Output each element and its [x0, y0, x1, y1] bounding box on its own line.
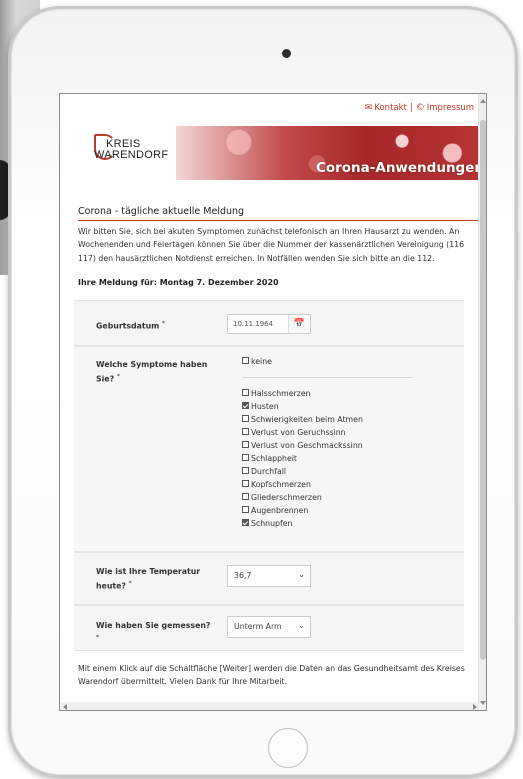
horizontal-scrollbar[interactable]	[60, 702, 480, 710]
scrollbar-thumb[interactable]	[480, 120, 486, 660]
scroll-right-icon[interactable]	[473, 704, 477, 710]
page-title: Corona - tägliche aktuelle Meldung	[78, 206, 478, 221]
symptom-label: Verlust von Geruchssinn	[251, 428, 346, 437]
symptom-checkbox[interactable]	[242, 402, 249, 409]
symptom-label: Schlappheit	[251, 454, 297, 463]
symptom-label: Gliederschmerzen	[251, 493, 322, 502]
symptom-option[interactable]: Gliederschmerzen	[242, 491, 322, 504]
vertical-scrollbar[interactable]	[478, 94, 486, 710]
temperature-select[interactable]: 36,7 ⌄	[227, 565, 311, 587]
birthdate-row: Geburtsdatum * 10.11.1964 📅	[74, 300, 464, 346]
mail-icon: ✉	[364, 103, 373, 113]
kreis-warendorf-logo[interactable]: KREIS WARENDORF	[88, 126, 178, 176]
copyright-icon: ©	[415, 103, 425, 113]
temperature-label: Wie ist Ihre Temperatur heute? *	[96, 567, 201, 591]
scroll-up-icon[interactable]	[480, 99, 486, 103]
symptom-none-option[interactable]: keine	[242, 355, 272, 368]
tablet-frame: ✉ Kontakt | © Impressum KREIS WARENDORF Coro…	[8, 6, 518, 778]
birthdate-label: Geburtsdatum *	[96, 320, 165, 331]
symptom-label: Kopfschmerzen	[251, 480, 311, 489]
birthdate-field[interactable]: 10.11.1964 📅	[227, 314, 311, 334]
method-select[interactable]: Unterm Arm ⌄	[227, 616, 311, 638]
symptom-label: Halsschmerzen	[251, 389, 311, 398]
calendar-icon[interactable]: 📅	[288, 315, 310, 333]
symptom-checkbox[interactable]	[242, 493, 249, 500]
temperature-row: Wie ist Ihre Temperatur heute? * 36,7 ⌄	[74, 552, 464, 605]
symptoms-divider	[242, 377, 412, 378]
logo-text-warendorf: WARENDORF	[94, 149, 169, 161]
report-date-heading: Ihre Meldung für: Montag 7. Dezember 202…	[78, 278, 279, 287]
symptom-option[interactable]: Halsschmerzen	[242, 387, 311, 400]
symptoms-row: Welche Symptome haben Sie? * keine Halss…	[74, 346, 464, 552]
method-row: Wie haben Sie gemessen? * Unterm Arm ⌄	[74, 605, 464, 651]
symptom-option[interactable]: Schnupfen	[242, 517, 293, 530]
symptom-label: Durchfall	[251, 467, 287, 476]
symptom-checkbox[interactable]	[242, 428, 249, 435]
chevron-down-icon: ⌄	[298, 621, 305, 630]
scroll-left-icon[interactable]	[63, 704, 67, 710]
symptom-option[interactable]: Augenbrennen	[242, 504, 308, 517]
symptom-option[interactable]: Kopfschmerzen	[242, 478, 311, 491]
symptom-option[interactable]: Verlust von Geschmackssinn	[242, 439, 363, 452]
symptom-checkbox[interactable]	[242, 519, 249, 526]
symptom-option[interactable]: Schlappheit	[242, 452, 297, 465]
symptom-label: Schnupfen	[251, 519, 293, 528]
symptom-label: Schwierigkeiten beim Atmen	[251, 415, 363, 424]
top-links: ✉ Kontakt | © Impressum	[365, 103, 474, 113]
symptom-option[interactable]: Durchfall	[242, 465, 286, 478]
page-content: ✉ Kontakt | © Impressum KREIS WARENDORF Coro…	[60, 94, 486, 704]
symptom-checkbox[interactable]	[242, 454, 249, 461]
birthdate-value: 10.11.1964	[233, 320, 274, 328]
submit-notice: Mit einem Klick auf die Schaltfläche [We…	[78, 664, 465, 687]
kontakt-link[interactable]: Kontakt	[374, 103, 407, 113]
symptom-checkbox[interactable]	[242, 467, 249, 474]
symptom-checkbox[interactable]	[242, 441, 249, 448]
symptoms-label: Welche Symptome haben Sie? *	[96, 360, 208, 384]
top-links-separator: |	[409, 103, 413, 113]
impressum-link[interactable]: Impressum	[427, 103, 474, 113]
symptom-label: Verlust von Geschmackssinn	[251, 441, 363, 450]
symptom-label: Husten	[251, 402, 279, 411]
scroll-down-icon[interactable]	[480, 701, 486, 705]
camera-icon	[282, 49, 291, 58]
checkbox-keine[interactable]	[242, 357, 249, 364]
banner-title: Corona-Anwendungen	[315, 160, 484, 176]
symptom-checkbox[interactable]	[242, 415, 249, 422]
browser-screen: ✉ Kontakt | © Impressum KREIS WARENDORF Coro…	[59, 93, 487, 711]
symptom-option[interactable]: Schwierigkeiten beim Atmen	[242, 413, 363, 426]
intro-text: Wir bitten Sie, sich bei akuten Symptome…	[78, 227, 465, 263]
temperature-value: 36,7	[234, 571, 252, 580]
header-banner: KREIS WARENDORF Corona-Anwendungen	[88, 122, 486, 180]
method-value: Unterm Arm	[234, 622, 282, 631]
symptom-checkbox[interactable]	[242, 480, 249, 487]
symptom-checkbox[interactable]	[242, 389, 249, 396]
symptom-label: Augenbrennen	[251, 506, 309, 515]
home-button[interactable]	[268, 728, 308, 768]
symptom-checkbox[interactable]	[242, 506, 249, 513]
chevron-down-icon: ⌄	[298, 570, 305, 579]
virus-banner-image: Corona-Anwendungen	[176, 126, 486, 180]
symptom-option[interactable]: Verlust von Geruchssinn	[242, 426, 346, 439]
method-label: Wie haben Sie gemessen? *	[96, 621, 211, 641]
symptom-option[interactable]: Husten	[242, 400, 279, 413]
